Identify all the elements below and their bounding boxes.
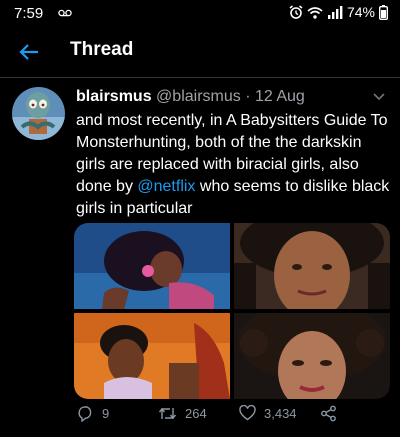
thread-header: Thread [0,26,400,78]
like-count: 3,434 [264,405,297,421]
alarm-icon [289,5,303,19]
media-image-cartoon[interactable] [74,223,230,309]
wifi-icon [307,6,323,19]
chevron-down-icon[interactable] [372,92,386,102]
avatar[interactable] [12,87,65,140]
retweet-icon [158,407,177,420]
separator: · [245,88,251,105]
retweet-count: 264 [185,406,207,421]
battery-icon [379,4,388,20]
retweet-button[interactable]: 264 [158,405,207,422]
display-name[interactable]: blairsmus [76,88,152,105]
voicemail-icon [58,9,72,17]
back-arrow-icon[interactable] [17,40,41,64]
battery-percent: 74% [346,4,375,20]
media-image-photo-2[interactable] [234,313,390,399]
media-image-photo-1[interactable] [234,223,390,309]
reply-count: 9 [102,406,110,421]
status-time: 7:59 [14,5,44,22]
media-grid[interactable] [74,223,390,399]
tweet-text: and most recently, in A Babysitters Guid… [76,110,394,220]
like-button[interactable]: 3,434 [239,405,297,421]
tweet-actions: 9 264 3,434 [0,405,400,435]
share-button[interactable] [320,405,337,422]
user-handle[interactable]: @blairsmus [156,88,241,105]
like-icon [239,405,256,421]
media-image-cartoon-2[interactable] [74,313,230,399]
reply-icon [78,406,92,422]
tweet-date[interactable]: 12 Aug [255,88,305,105]
status-bar: 7:59 74% [0,0,400,26]
page-title: Thread [70,39,134,60]
share-icon [321,405,336,422]
tweet-meta: blairsmus @blairsmus · 12 Aug [76,88,376,106]
mention-link[interactable]: @netflix [137,178,195,195]
signal-icon [327,5,343,19]
reply-button[interactable]: 9 [77,405,109,422]
